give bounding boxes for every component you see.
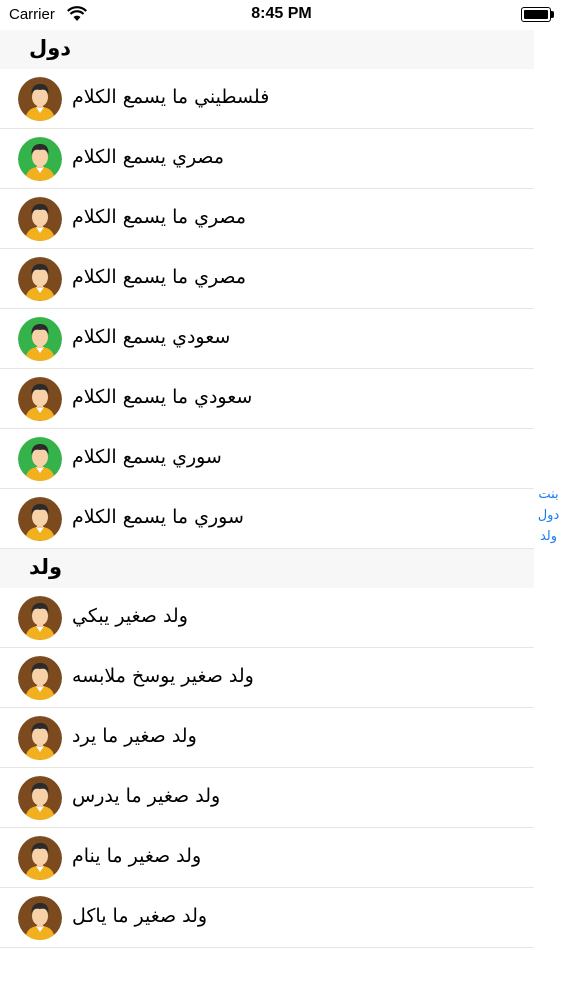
avatar-icon xyxy=(18,776,62,820)
avatar-icon xyxy=(18,836,62,880)
table-row[interactable]: فلسطيني ما يسمع الكلام xyxy=(0,69,534,129)
table-row[interactable]: سوري ما يسمع الكلام xyxy=(0,489,534,549)
row-label: سعودي يسمع الكلام xyxy=(72,326,231,348)
row-label: ولد صغير يبكي xyxy=(72,605,188,627)
avatar-icon xyxy=(18,377,62,421)
section-header: ولد xyxy=(0,549,534,588)
section-index-item[interactable]: دول xyxy=(534,505,563,526)
table-row[interactable]: ولد صغير ما يرد xyxy=(0,708,534,768)
avatar-icon xyxy=(18,896,62,940)
row-label: ولد صغير يوسخ ملابسه xyxy=(72,665,254,687)
row-label: ولد صغير ما ياكل xyxy=(72,905,208,927)
row-label: مصري يسمع الكلام xyxy=(72,146,225,168)
table-row[interactable]: ولد صغير ما ينام xyxy=(0,828,534,888)
contacts-table[interactable]: دول فلسطيني ما يسمع الكلام مصري يسمع الكلا… xyxy=(0,30,534,948)
avatar-icon xyxy=(18,716,62,760)
row-label: مصري ما يسمع الكلام xyxy=(72,266,247,288)
table-row[interactable]: سوري يسمع الكلام xyxy=(0,429,534,489)
table-row[interactable]: ولد صغير ما يدرس xyxy=(0,768,534,828)
table-row[interactable]: ولد صغير يبكي xyxy=(0,588,534,648)
table-row[interactable]: سعودي يسمع الكلام xyxy=(0,309,534,369)
table-row[interactable]: ولد صغير ما ياكل xyxy=(0,888,534,948)
section-header: دول xyxy=(0,30,534,69)
section-index-item[interactable]: ولد xyxy=(534,526,563,547)
battery-icon xyxy=(521,7,554,22)
avatar-icon xyxy=(18,497,62,541)
section-title: دول xyxy=(29,36,72,60)
row-label: ولد صغير ما ينام xyxy=(72,845,202,867)
avatar-icon xyxy=(18,137,62,181)
section-index[interactable]: بنت دول ولد xyxy=(534,484,563,547)
table-row[interactable]: مصري ما يسمع الكلام xyxy=(0,249,534,309)
row-label: مصري ما يسمع الكلام xyxy=(72,206,247,228)
avatar-icon xyxy=(18,656,62,700)
table-row[interactable]: مصري ما يسمع الكلام xyxy=(0,189,534,249)
avatar-icon xyxy=(18,317,62,361)
row-label: ولد صغير ما يدرس xyxy=(72,785,221,807)
avatar-icon xyxy=(18,437,62,481)
row-label: سعودي ما يسمع الكلام xyxy=(72,386,253,408)
table-row[interactable]: سعودي ما يسمع الكلام xyxy=(0,369,534,429)
avatar-icon xyxy=(18,596,62,640)
avatar-icon xyxy=(18,257,62,301)
row-label: ولد صغير ما يرد xyxy=(72,725,197,747)
avatar-icon xyxy=(18,197,62,241)
section-title: ولد xyxy=(29,555,63,579)
clock: 8:45 PM xyxy=(251,5,312,22)
status-bar: Carrier 8:45 PM xyxy=(0,0,563,30)
table-row[interactable]: ولد صغير يوسخ ملابسه xyxy=(0,648,534,708)
avatar-icon xyxy=(18,77,62,121)
row-label: سوري ما يسمع الكلام xyxy=(72,506,244,528)
row-label: فلسطيني ما يسمع الكلام xyxy=(72,86,270,108)
table-row[interactable]: مصري يسمع الكلام xyxy=(0,129,534,189)
section-index-item[interactable]: بنت xyxy=(534,484,563,505)
row-label: سوري يسمع الكلام xyxy=(72,446,222,468)
